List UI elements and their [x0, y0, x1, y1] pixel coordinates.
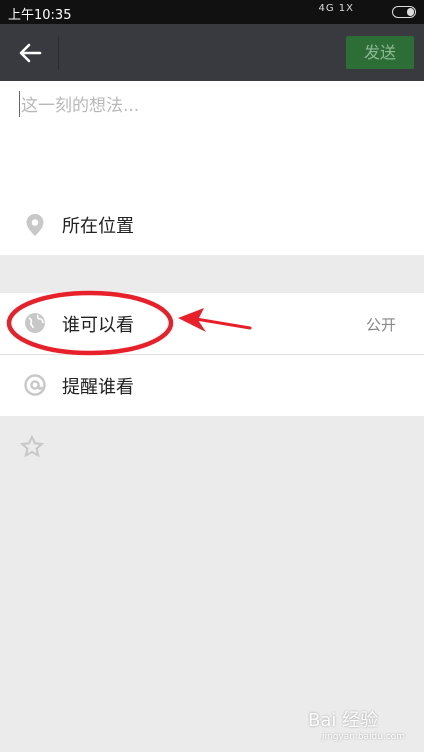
- text-cursor: [19, 91, 20, 117]
- appbar-divider: [58, 36, 59, 70]
- editor-placeholder[interactable]: 这一刻的想法...: [21, 91, 139, 116]
- star-icon[interactable]: [19, 434, 45, 465]
- visibility-label: 谁可以看: [62, 315, 134, 336]
- status-bar: 上午10:35 4G 1X: [0, 0, 424, 24]
- battery-icon: [392, 6, 416, 18]
- watermark-text: Bai 经验: [308, 710, 379, 731]
- at-icon: [24, 374, 46, 396]
- visibility-row[interactable]: 谁可以看 公开: [0, 293, 424, 354]
- watermark-sub: jingyan.baidu.com: [322, 732, 406, 742]
- location-label: 所在位置: [62, 216, 134, 237]
- send-button[interactable]: 发送: [346, 36, 414, 69]
- visibility-value: 公开: [365, 316, 396, 334]
- status-time: 上午10:35: [8, 8, 72, 23]
- back-arrow-icon[interactable]: [14, 38, 46, 68]
- mention-row[interactable]: 提醒谁看: [0, 354, 424, 416]
- location-row[interactable]: 所在位置: [0, 194, 424, 255]
- mention-label: 提醒谁看: [62, 377, 134, 398]
- signal-icon: 4G 1X: [318, 3, 354, 14]
- watermark: Bai 经验 jingyan.baidu.com: [308, 706, 405, 742]
- globe-icon: [24, 312, 46, 334]
- location-pin-icon: [24, 213, 46, 236]
- app-bar: 发送: [0, 24, 424, 81]
